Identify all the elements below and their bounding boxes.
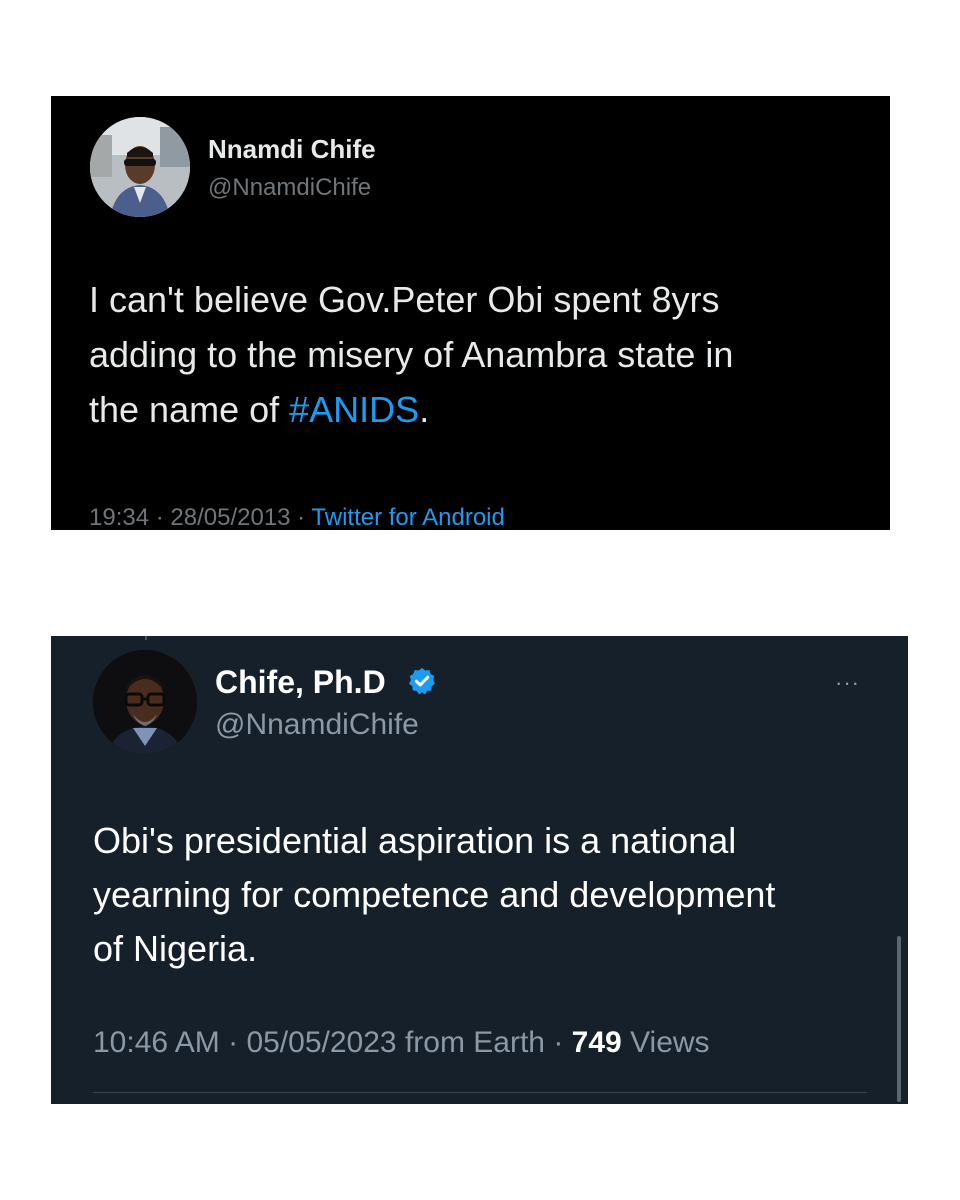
tweet-time[interactable]: 19:34: [89, 504, 149, 530]
views-label[interactable]: Views: [630, 1026, 709, 1059]
separator: ·: [544, 1026, 572, 1059]
tweet-card-2023: Chife, Ph.D ··· @NnamdiChife Obi's presi…: [51, 636, 908, 1104]
tweet-text: I can't believe Gov.Peter Obi spent 8yrs…: [89, 272, 889, 437]
tweet-source-link[interactable]: Twitter for Android: [311, 504, 504, 530]
divider: [145, 636, 147, 640]
hashtag-link[interactable]: #ANIDS: [289, 389, 419, 430]
tweet-text-fragment: .: [419, 389, 430, 430]
tweet-date[interactable]: 05/05/2023: [246, 1026, 396, 1059]
tweet-text-line: Obi's presidential aspiration is a natio…: [93, 820, 737, 861]
separator: ·: [219, 1026, 247, 1059]
separator: ·: [290, 504, 312, 530]
profile-photo-icon: [93, 650, 197, 754]
display-name[interactable]: Chife, Ph.D: [215, 664, 386, 701]
tweet-text-line: I can't believe Gov.Peter Obi spent 8yrs: [89, 279, 720, 320]
more-dots-icon[interactable]: ···: [835, 670, 860, 696]
divider: [93, 1092, 867, 1093]
profile-photo-icon: [90, 117, 190, 217]
separator: ·: [149, 504, 171, 530]
user-handle[interactable]: @NnamdiChife: [208, 174, 371, 202]
tweet-location: from Earth: [404, 1026, 545, 1059]
tweet-text-fragment: the name of: [89, 389, 290, 430]
tweet-text-line: the name of #ANIDS.: [89, 382, 889, 437]
user-handle[interactable]: @NnamdiChife: [215, 708, 419, 742]
scrollbar[interactable]: [897, 936, 901, 1102]
tweet-metadata: 10:46 AM · 05/05/2023 from Earth · 749 V…: [93, 1026, 710, 1060]
tweet-text-line: adding to the misery of Anambra state in: [89, 334, 734, 375]
tweet-card-2013: Nnamdi Chife @NnamdiChife I can't believ…: [51, 96, 890, 530]
tweet-text: Obi's presidential aspiration is a natio…: [93, 814, 873, 976]
avatar[interactable]: [90, 117, 190, 217]
tweet-time[interactable]: 10:46 AM: [93, 1026, 220, 1059]
display-name[interactable]: Nnamdi Chife: [208, 134, 376, 165]
avatar[interactable]: [93, 650, 197, 754]
tweet-text-line: of Nigeria.: [93, 928, 258, 969]
tweet-text-line: yearning for competence and development: [93, 874, 776, 915]
tweet-metadata: 19:34 · 28/05/2013 · Twitter for Android: [89, 504, 505, 530]
views-count[interactable]: 749: [572, 1026, 622, 1059]
verified-badge-icon: [409, 667, 435, 695]
tweet-date[interactable]: 28/05/2013: [170, 504, 290, 530]
